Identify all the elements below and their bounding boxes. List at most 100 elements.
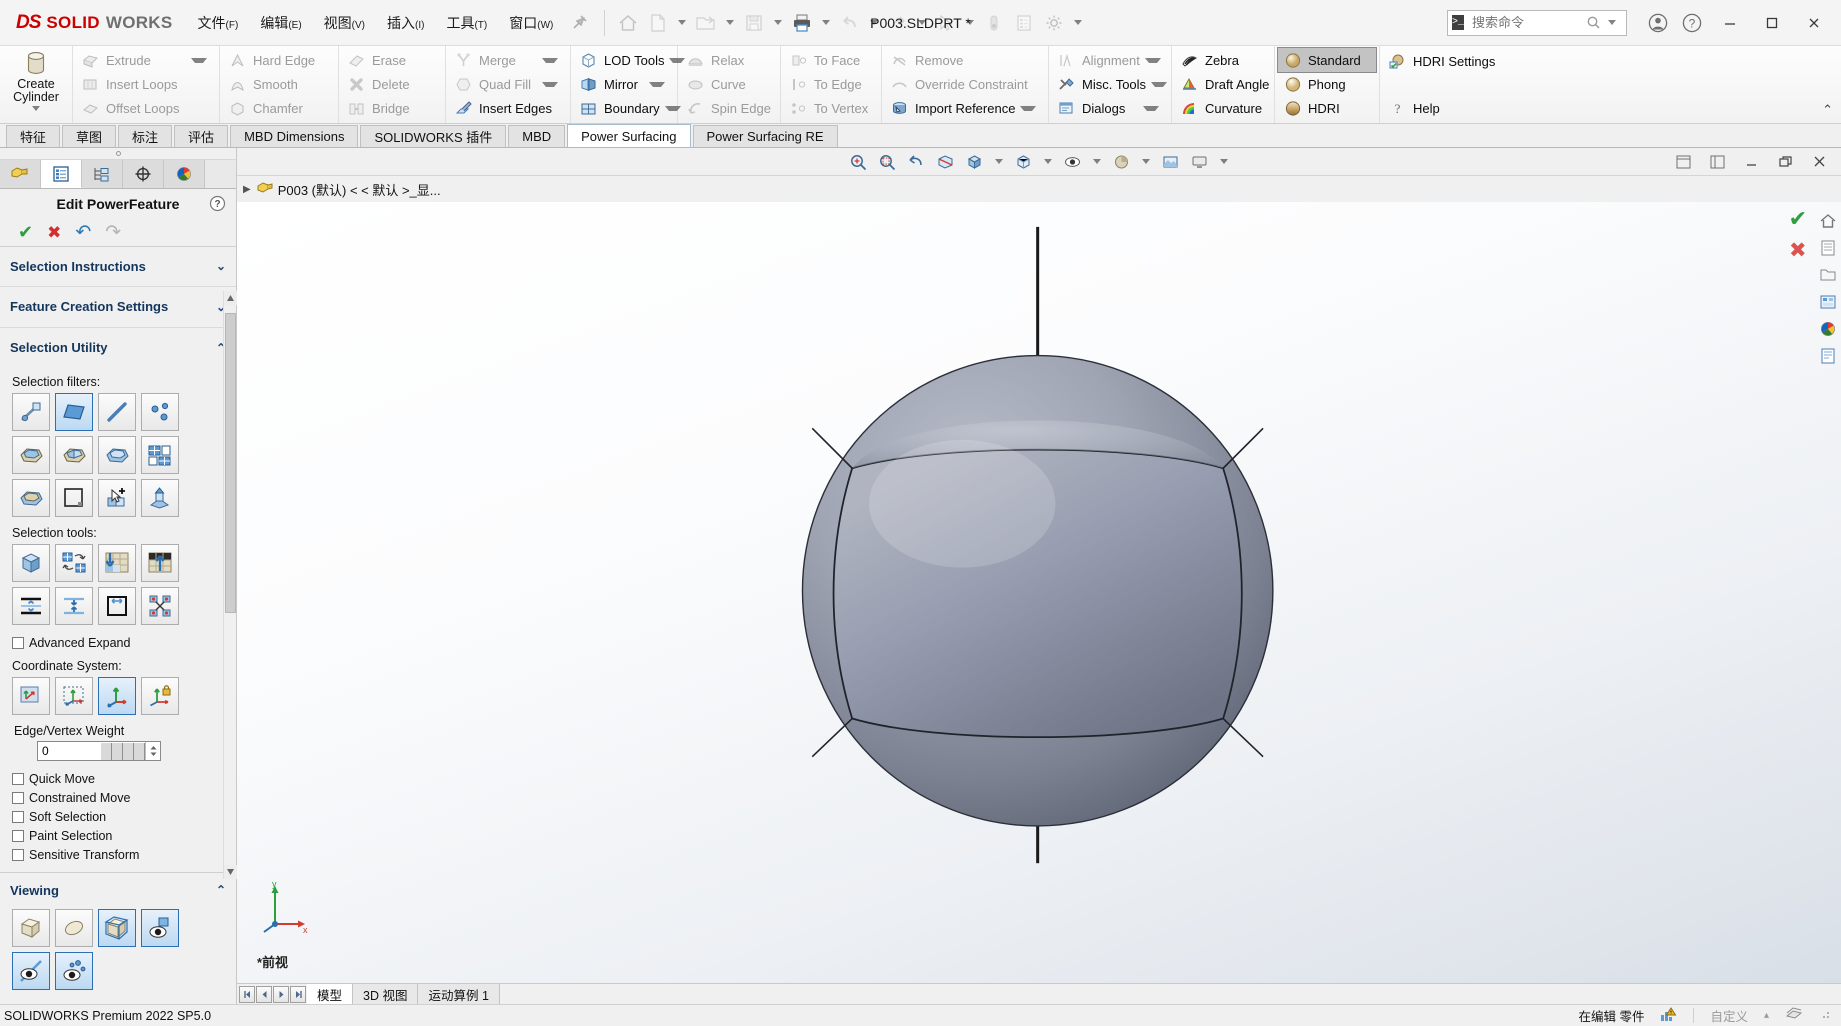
resize-grip-icon[interactable] <box>1819 1008 1831 1023</box>
view-settings-dropdown-caret[interactable] <box>1220 159 1228 164</box>
tree-item-label[interactable]: P003 (默认) < < 默认 >_显... <box>278 180 441 199</box>
draft-angle-button[interactable]: Draft Angle <box>1175 72 1271 96</box>
boundary-dropdown-caret[interactable] <box>664 106 681 112</box>
merge-button[interactable]: Merge <box>449 48 567 72</box>
to-vertex-button[interactable]: To Vertex <box>784 97 878 121</box>
erase-button[interactable]: Erase <box>342 48 442 72</box>
hdri-button[interactable]: HDRI <box>1278 97 1376 121</box>
command-search-box[interactable]: >_ <box>1447 9 1627 36</box>
filter-quad-grid-icon[interactable] <box>141 436 179 474</box>
mirror-dropdown-caret[interactable] <box>649 81 665 87</box>
section-view-icon[interactable] <box>932 150 959 174</box>
tab-power-surfacing[interactable]: Power Surfacing <box>567 124 691 147</box>
curve-button[interactable]: Curve <box>681 72 777 96</box>
view-home-icon[interactable] <box>1817 210 1839 232</box>
sphere-power-surface-model[interactable] <box>237 202 1841 983</box>
chevron-up-icon[interactable]: ⌃ <box>216 883 226 897</box>
window-restore-icon[interactable] <box>1772 150 1799 174</box>
help-button[interactable]: ? Help <box>1383 95 1501 121</box>
hard-edge-button[interactable]: Hard Edge <box>223 48 335 72</box>
display-style-icon[interactable] <box>1010 150 1037 174</box>
tab-solidworks-addins[interactable]: SOLIDWORKS 插件 <box>360 125 507 147</box>
undo-icon[interactable] <box>835 8 865 38</box>
menu-insert[interactable]: 插入(I) <box>376 7 435 39</box>
tool-loop-select-icon[interactable] <box>98 587 136 625</box>
quick-move-checkbox[interactable]: Quick Move <box>12 769 226 788</box>
spin-edge-button[interactable]: Spin Edge <box>681 97 777 121</box>
new-document-dropdown-caret[interactable] <box>678 20 687 25</box>
options-dropdown-caret[interactable] <box>1074 20 1083 25</box>
nav-last-icon[interactable] <box>290 985 306 1003</box>
tab-annotation[interactable]: 标注 <box>118 125 173 147</box>
constrained-move-checkbox[interactable]: Constrained Move <box>12 788 226 807</box>
tab-evaluate[interactable]: 评估 <box>174 125 229 147</box>
dimxpert-tab[interactable] <box>123 159 164 189</box>
bridge-button[interactable]: Bridge <box>342 97 442 121</box>
filter-edge-icon[interactable] <box>98 393 136 431</box>
weight-spinner-arrows[interactable] <box>145 742 160 760</box>
view-orientation-dropdown-caret[interactable] <box>995 159 1003 164</box>
pin-icon[interactable] <box>568 12 590 34</box>
chevron-down-icon[interactable]: ⌄ <box>216 259 226 273</box>
save-dropdown-caret[interactable] <box>774 20 783 25</box>
cs-world-icon[interactable] <box>98 677 136 715</box>
filter-open-box-blue-icon[interactable] <box>98 436 136 474</box>
new-document-icon[interactable] <box>643 8 673 38</box>
tab-mbd[interactable]: MBD <box>508 125 566 147</box>
edit-appearance-dropdown-caret[interactable] <box>1142 159 1150 164</box>
zoom-to-fit-icon[interactable] <box>845 150 872 174</box>
expand-triangle-icon[interactable]: ▶ <box>243 184 251 195</box>
filter-rectangle-outline-icon[interactable] <box>55 479 93 517</box>
filter-vertex-icon[interactable] <box>141 393 179 431</box>
view-ellipse-icon[interactable] <box>55 909 93 947</box>
standard-button[interactable]: Standard <box>1277 46 1377 74</box>
file-properties-icon[interactable] <box>1009 8 1039 38</box>
display-style-dropdown-caret[interactable] <box>1044 159 1052 164</box>
lod-tools-dropdown-caret[interactable] <box>669 57 686 63</box>
scroll-up-arrow[interactable] <box>224 291 237 305</box>
misc-tools-button[interactable]: Misc. Tools <box>1052 72 1168 96</box>
view-list-icon[interactable] <box>1817 237 1839 259</box>
filter-face-icon[interactable] <box>55 393 93 431</box>
advanced-expand-checkbox[interactable]: Advanced Expand <box>12 633 226 652</box>
tool-select-all-cube-icon[interactable] <box>12 544 50 582</box>
bottom-tab-motion-study[interactable]: 运动算例 1 <box>418 984 500 1004</box>
dialogs-button[interactable]: Dialogs <box>1052 97 1168 121</box>
filter-extrude-up-icon[interactable] <box>141 479 179 517</box>
constrained-move-box[interactable] <box>12 791 24 804</box>
soft-selection-checkbox[interactable]: Soft Selection <box>12 807 226 826</box>
menu-window[interactable]: 窗口(W) <box>498 7 564 39</box>
edit-appearance-icon[interactable] <box>1108 150 1135 174</box>
warning-chart-icon[interactable] <box>1660 1006 1677 1025</box>
filter-closed-box-icon[interactable] <box>12 479 50 517</box>
filter-all-entities-icon[interactable] <box>12 393 50 431</box>
view-orientation-icon[interactable] <box>961 150 988 174</box>
edge-vertex-weight-slider[interactable]: 0 <box>37 741 161 761</box>
window-minimize-icon[interactable] <box>1738 150 1765 174</box>
advanced-expand-box[interactable] <box>12 636 24 649</box>
confirm-cancel-icon[interactable]: ✖ <box>1789 240 1807 261</box>
save-icon[interactable] <box>739 8 769 38</box>
remove-button[interactable]: Remove <box>885 48 1045 72</box>
sensitive-transform-box[interactable] <box>12 848 24 861</box>
feature-tree-tab[interactable] <box>0 159 41 189</box>
quick-move-box[interactable] <box>12 772 24 785</box>
import-reference-button[interactable]: Import Reference <box>885 97 1045 121</box>
window-minimize-button[interactable] <box>1709 1 1751 45</box>
tile-vertically-icon[interactable] <box>1704 150 1731 174</box>
cs-locked-icon[interactable] <box>141 677 179 715</box>
redo-button[interactable]: ↷ <box>105 223 121 242</box>
view-appearances-icon[interactable] <box>1817 291 1839 313</box>
tool-invert-selection-icon[interactable] <box>55 544 93 582</box>
help-question-icon[interactable]: ? <box>1675 6 1709 40</box>
extrude-dropdown-caret[interactable] <box>191 57 207 63</box>
cancel-x-button[interactable]: ✖ <box>47 224 61 241</box>
view-settings-icon[interactable] <box>1186 150 1213 174</box>
create-cylinder-button[interactable]: Create Cylinder <box>3 48 69 121</box>
phong-button[interactable]: Phong <box>1278 72 1376 96</box>
user-account-icon[interactable] <box>1641 6 1675 40</box>
menu-tools[interactable]: 工具(T) <box>435 7 498 39</box>
weight-gradient-bar[interactable] <box>101 742 145 760</box>
open-dropdown-caret[interactable] <box>726 20 735 25</box>
filter-paint-select-icon[interactable] <box>98 479 136 517</box>
